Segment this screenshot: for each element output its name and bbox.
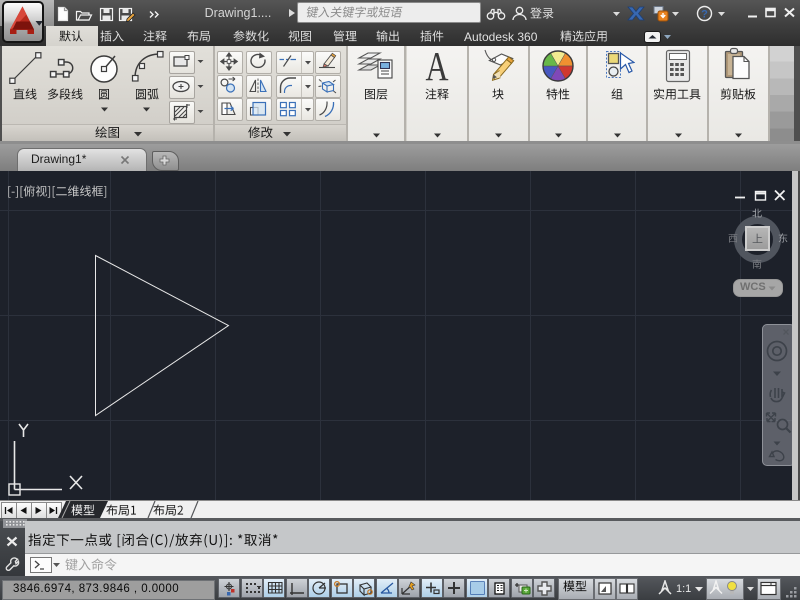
- svg-text:?: ?: [701, 9, 708, 21]
- svg-text:A: A: [426, 48, 449, 84]
